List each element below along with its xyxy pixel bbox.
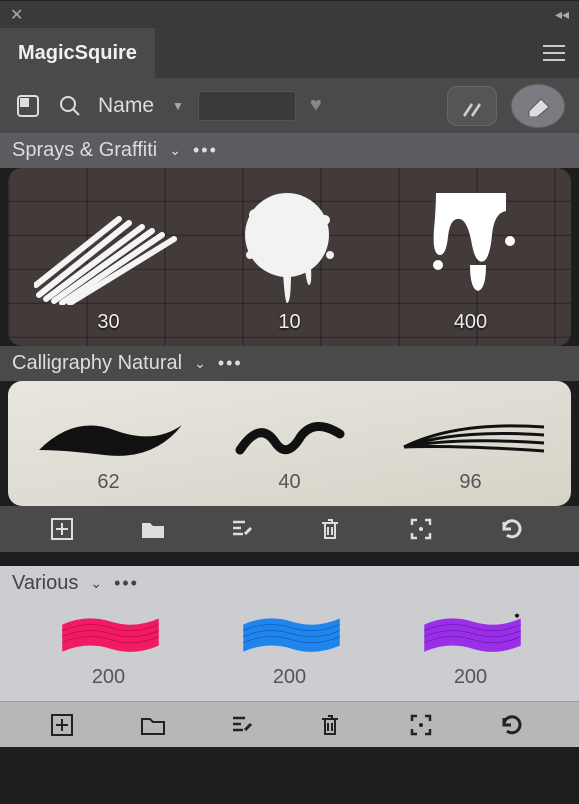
brush-tool-button[interactable]	[447, 86, 497, 126]
brush-item[interactable]: 200	[199, 611, 380, 689]
folder-icon[interactable]	[141, 715, 169, 735]
swatch-icon	[220, 611, 360, 660]
titlebar: ✕ ◂◂	[0, 0, 579, 28]
brush-size: 10	[278, 311, 300, 334]
brush-size: 40	[278, 471, 300, 494]
tab-bar: MagicSquire	[0, 28, 579, 78]
action-bar	[0, 506, 579, 552]
action-bar	[0, 701, 579, 747]
brush-preview-area: 200 200 200	[8, 601, 571, 701]
favorite-icon[interactable]: ♥	[310, 94, 322, 117]
group-name: Sprays & Graffiti	[12, 139, 157, 162]
undo-icon[interactable]	[500, 518, 528, 540]
brush-preview-area: 30 10 400	[8, 168, 571, 346]
toolbar: Name ▼ ♥	[0, 78, 579, 133]
callig-lines-icon	[396, 415, 546, 465]
brush-group-sprays: Sprays & Graffiti ⌄ ••• 30 10	[0, 133, 579, 346]
brush-item[interactable]: 400	[380, 178, 561, 334]
search-icon[interactable]	[56, 92, 84, 120]
brush-size: 62	[97, 471, 119, 494]
brush-preview-area: 62 40 96	[8, 381, 571, 506]
sort-label[interactable]: Name	[98, 94, 154, 118]
brush-group-calligraphy: Calligraphy Natural ⌄ ••• 62 40 96	[0, 346, 579, 506]
drip-icon	[416, 185, 526, 305]
group-name: Various	[12, 572, 78, 595]
brush-size: 30	[97, 311, 119, 334]
group-header[interactable]: Calligraphy Natural ⌄ •••	[0, 346, 579, 381]
group-header[interactable]: Sprays & Graffiti ⌄ •••	[0, 133, 579, 168]
trash-icon[interactable]	[320, 714, 348, 736]
callig-wave-icon	[34, 415, 184, 465]
chevron-down-icon[interactable]: ⌄	[90, 575, 102, 592]
trash-icon[interactable]	[320, 518, 348, 540]
tab-title[interactable]: MagicSquire	[0, 28, 155, 78]
brush-item[interactable]: 40	[199, 391, 380, 494]
undo-icon[interactable]	[500, 714, 528, 736]
brush-item[interactable]: 96	[380, 391, 561, 494]
eraser-tool-button[interactable]	[511, 84, 565, 128]
chevron-down-icon[interactable]: ▼	[172, 99, 184, 113]
swatch-icon	[401, 611, 541, 660]
more-icon[interactable]: •••	[218, 353, 243, 374]
collapse-icon[interactable]: ◂◂	[555, 6, 569, 23]
brush-size: 96	[459, 471, 481, 494]
more-icon[interactable]: •••	[193, 140, 218, 161]
brush-item[interactable]: 30	[18, 178, 199, 334]
chevron-down-icon[interactable]: ⌄	[194, 355, 206, 372]
swatch-icon	[39, 611, 179, 660]
filter-icon[interactable]	[231, 714, 259, 736]
focus-icon[interactable]	[410, 714, 438, 736]
brush-item[interactable]: 10	[199, 178, 380, 334]
brush-group-various: Various ⌄ ••• 200 200 200	[0, 566, 579, 747]
folder-icon[interactable]	[141, 519, 169, 539]
callig-squiggle-icon	[235, 420, 345, 465]
spray-stroke-icon	[34, 215, 184, 305]
brush-item[interactable]: 200	[18, 611, 199, 689]
group-name: Calligraphy Natural	[12, 352, 182, 375]
menu-icon[interactable]	[529, 28, 579, 78]
app-name: MagicSquire	[18, 42, 137, 65]
filter-icon[interactable]	[231, 518, 259, 540]
chevron-down-icon[interactable]: ⌄	[169, 142, 181, 159]
add-icon[interactable]	[51, 714, 79, 736]
focus-icon[interactable]	[410, 518, 438, 540]
brush-size: 200	[273, 666, 306, 689]
close-icon[interactable]: ✕	[10, 5, 23, 25]
group-header[interactable]: Various ⌄ •••	[0, 566, 579, 601]
splat-icon	[225, 185, 355, 305]
add-icon[interactable]	[51, 518, 79, 540]
brush-item[interactable]: 62	[18, 391, 199, 494]
brush-size: 200	[92, 666, 125, 689]
brush-item[interactable]: 200	[380, 611, 561, 689]
view-toggle-icon[interactable]	[14, 92, 42, 120]
brush-size: 200	[454, 666, 487, 689]
search-input[interactable]	[198, 91, 296, 121]
brush-size: 400	[454, 311, 487, 334]
more-icon[interactable]: •••	[114, 573, 139, 594]
